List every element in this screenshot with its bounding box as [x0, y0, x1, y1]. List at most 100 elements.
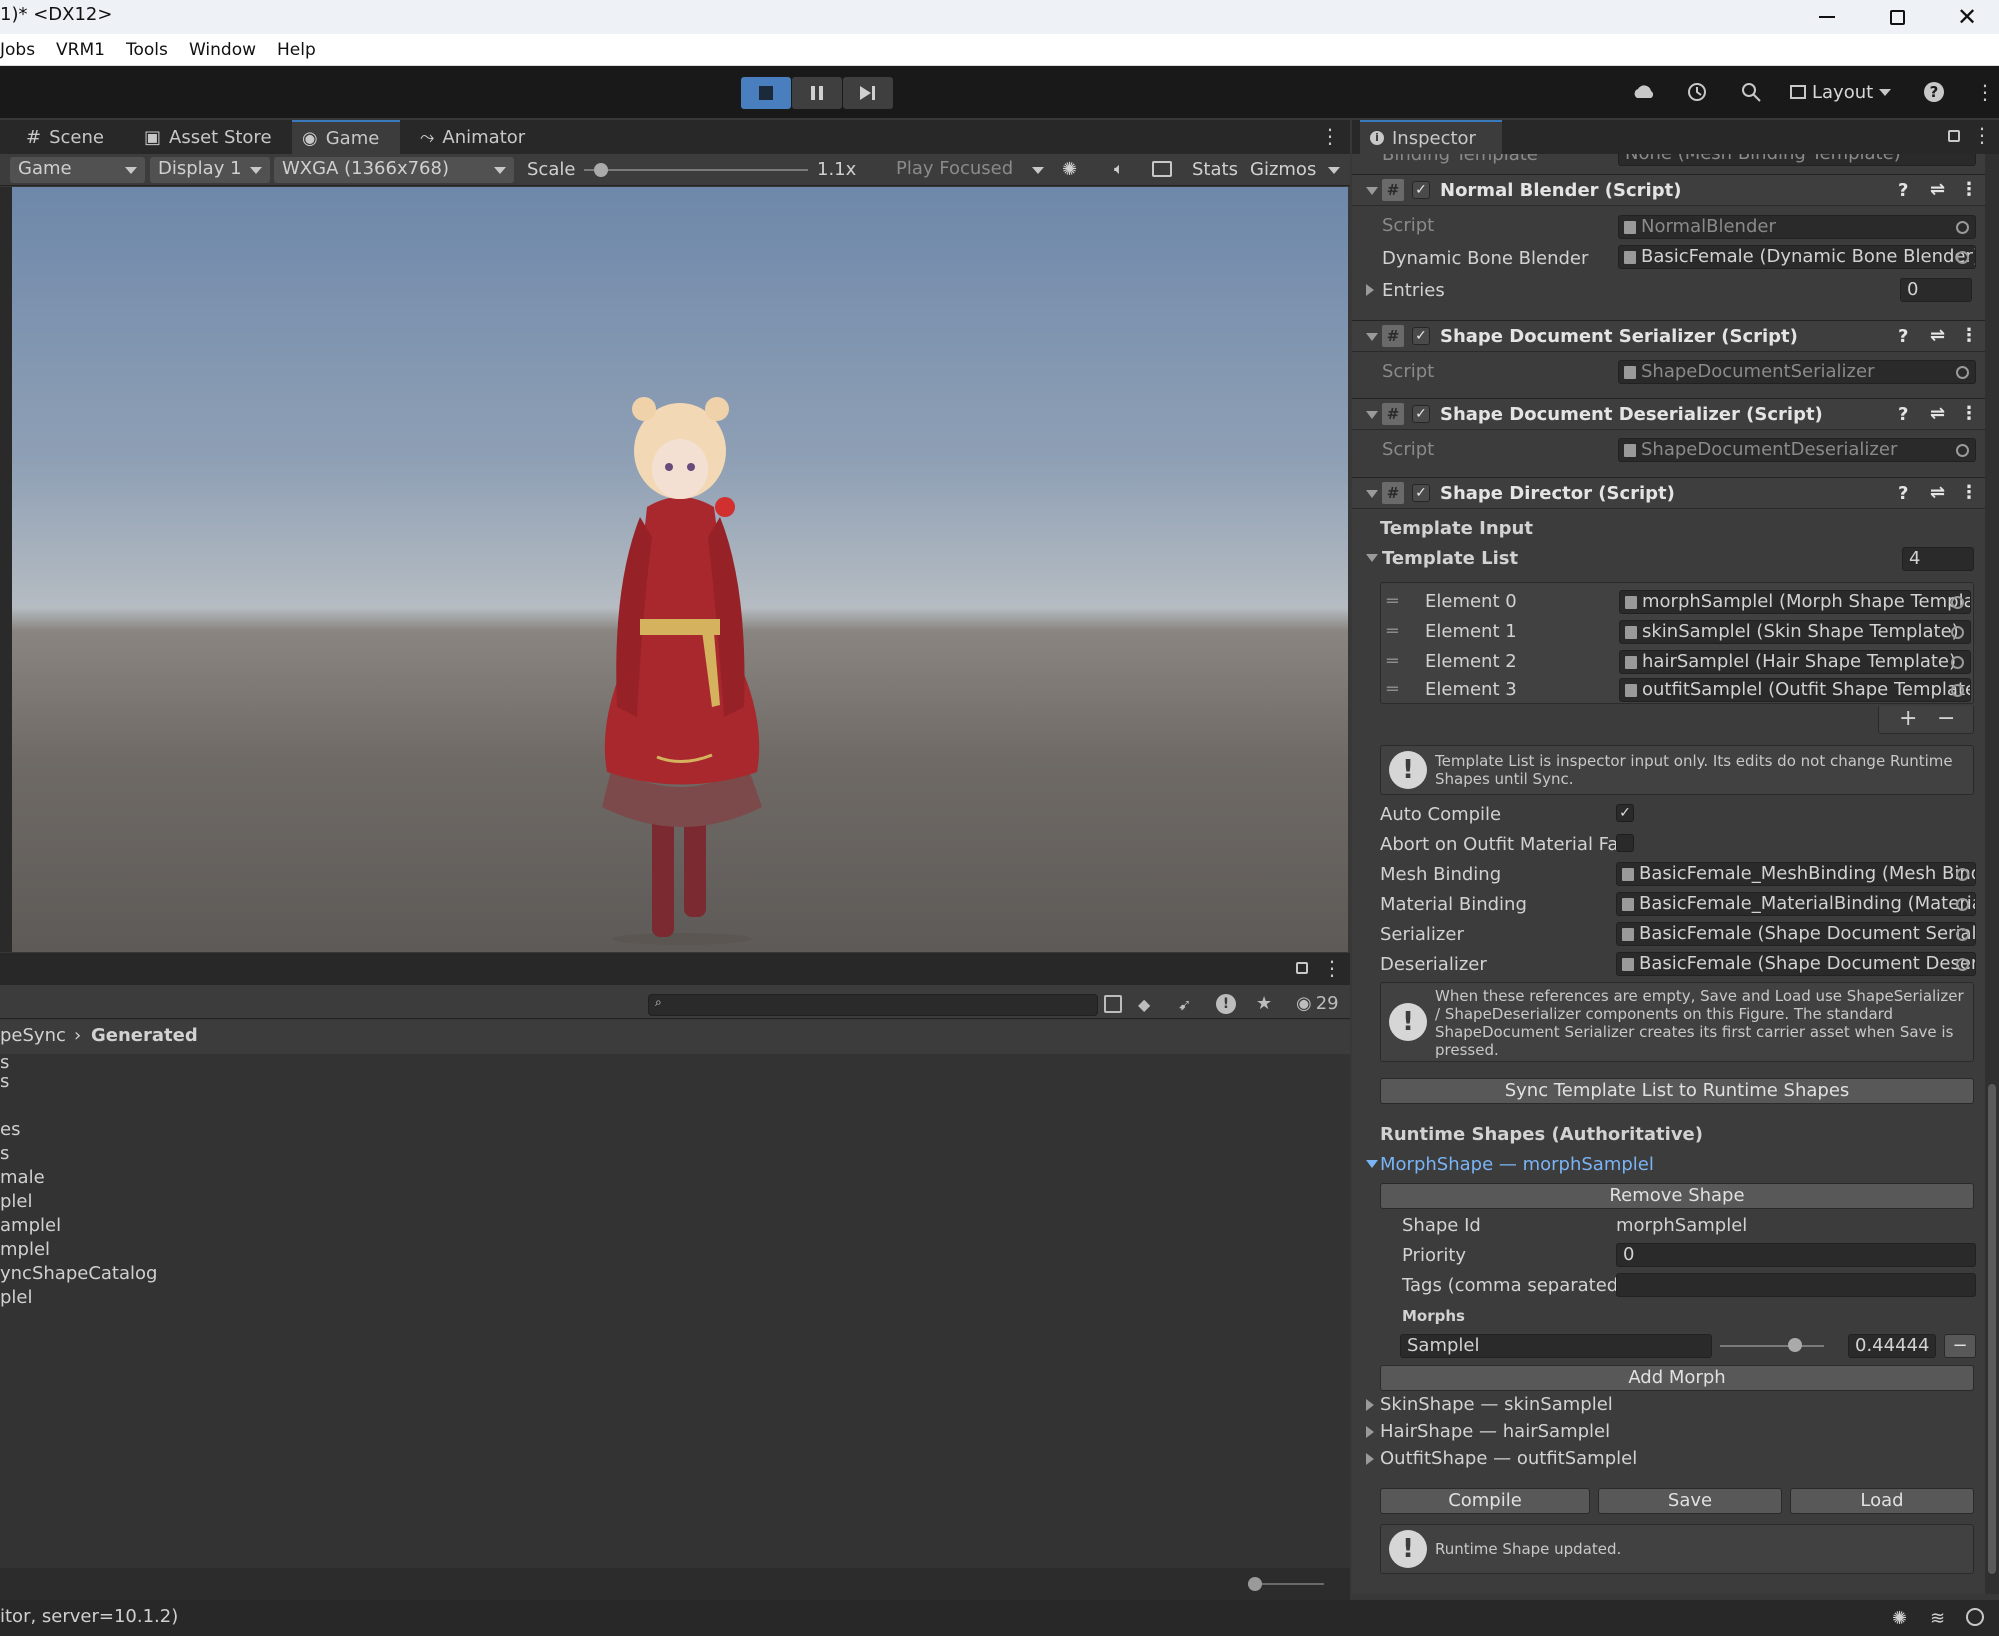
- priority-field[interactable]: 0: [1616, 1243, 1976, 1267]
- list-item[interactable]: ═ Element 2 hairSamplel (Hair Shape Temp…: [1381, 647, 1973, 677]
- gizmos-button[interactable]: Gizmos: [1250, 159, 1316, 180]
- breadcrumb-current[interactable]: Generated: [91, 1025, 198, 1046]
- help-icon[interactable]: ?: [1898, 326, 1908, 347]
- cache-icon[interactable]: ≋: [1930, 1608, 1945, 1629]
- dynamic-bone-blender-field[interactable]: BasicFemale (Dynamic Bone Blender): [1618, 245, 1976, 269]
- add-morph-button[interactable]: Add Morph: [1380, 1365, 1974, 1391]
- pause-button[interactable]: [792, 77, 842, 109]
- entries-size-field[interactable]: 0: [1900, 278, 1972, 302]
- list-item[interactable]: s: [0, 1052, 9, 1073]
- display-dropdown[interactable]: Display 1: [150, 157, 270, 183]
- tab-inspector[interactable]: i Inspector: [1360, 120, 1502, 154]
- slider-thumb[interactable]: [594, 163, 608, 177]
- scale-slider[interactable]: [584, 163, 808, 177]
- outfit-shape-foldout[interactable]: OutfitShape — outfitSamplel: [1380, 1448, 1637, 1469]
- element-field[interactable]: outfitSamplel (Outfit Shape Template): [1619, 678, 1971, 702]
- target-icon[interactable]: [1956, 868, 1969, 881]
- tab-scene[interactable]: # Scene: [16, 120, 114, 154]
- list-item[interactable]: mplel: [0, 1239, 50, 1260]
- sync-template-button[interactable]: Sync Template List to Runtime Shapes: [1380, 1078, 1974, 1104]
- view-dropdown[interactable]: Game: [10, 157, 145, 183]
- chevron-down-icon[interactable]: [1328, 167, 1340, 174]
- drag-handle-icon[interactable]: ═: [1387, 621, 1398, 642]
- tab-game[interactable]: ◉ Game: [292, 120, 400, 154]
- game-viewport[interactable]: [12, 187, 1348, 952]
- settings-icon[interactable]: ⇌: [1930, 482, 1945, 503]
- skin-shape-foldout[interactable]: SkinShape — skinSamplel: [1380, 1394, 1613, 1415]
- more-icon[interactable]: ⋮: [1960, 179, 1978, 200]
- target-icon[interactable]: [1956, 928, 1969, 941]
- help-icon[interactable]: ?: [1898, 180, 1908, 201]
- fold-icon[interactable]: [1366, 1399, 1374, 1411]
- fold-icon[interactable]: [1366, 1160, 1378, 1168]
- more-icon[interactable]: ⋮: [1960, 403, 1978, 424]
- lock-icon[interactable]: [1296, 962, 1308, 974]
- serializer-field[interactable]: BasicFemale (Shape Document Serializer): [1616, 922, 1976, 946]
- morph-name-field[interactable]: Samplel: [1400, 1334, 1712, 1358]
- drag-handle-icon[interactable]: ═: [1387, 591, 1398, 612]
- add-element-icon[interactable]: +: [1899, 706, 1917, 731]
- list-item[interactable]: male: [0, 1167, 45, 1188]
- menu-vrm1[interactable]: VRM1: [56, 40, 105, 60]
- remove-shape-button[interactable]: Remove Shape: [1380, 1183, 1974, 1209]
- fold-icon[interactable]: [1366, 284, 1374, 296]
- more-icon[interactable]: ⋮: [1960, 482, 1978, 503]
- target-icon[interactable]: [1951, 656, 1964, 669]
- list-item[interactable]: amplel: [0, 1215, 61, 1236]
- step-button[interactable]: [843, 77, 893, 109]
- compile-button[interactable]: Compile: [1380, 1488, 1590, 1514]
- list-item[interactable]: plel: [0, 1191, 33, 1212]
- enabled-checkbox[interactable]: ✓: [1412, 405, 1430, 423]
- fold-icon[interactable]: [1366, 411, 1378, 419]
- list-item[interactable]: yncShapeCatalog: [0, 1263, 157, 1284]
- cloud-icon[interactable]: [1632, 83, 1656, 99]
- fold-icon[interactable]: [1366, 1453, 1374, 1465]
- settings-icon[interactable]: ⇌: [1930, 403, 1945, 424]
- drag-handle-icon[interactable]: ═: [1387, 679, 1398, 700]
- drag-handle-icon[interactable]: ═: [1387, 651, 1398, 672]
- list-item[interactable]: ═ Element 3 outfitSamplel (Outfit Shape …: [1381, 677, 1973, 707]
- fold-icon[interactable]: [1366, 1426, 1374, 1438]
- morph-weight-slider[interactable]: [1720, 1338, 1824, 1352]
- play-mode-dropdown[interactable]: Play Focused: [888, 157, 1052, 183]
- label-icon[interactable]: ➹: [1178, 995, 1191, 1014]
- slider-thumb[interactable]: [1787, 1338, 1802, 1352]
- warning-icon[interactable]: !: [1216, 994, 1236, 1014]
- deserializer-field[interactable]: BasicFemale (Shape Document Deserializer…: [1616, 952, 1976, 976]
- inspector-scrollbar[interactable]: [1985, 154, 1999, 1594]
- fold-icon[interactable]: [1366, 187, 1378, 195]
- fold-icon[interactable]: [1366, 490, 1378, 498]
- fold-icon[interactable]: [1366, 554, 1378, 562]
- target-icon[interactable]: [1956, 251, 1969, 264]
- icon-size-slider[interactable]: [1248, 1577, 1324, 1591]
- more-icon[interactable]: ⋮: [1975, 80, 1995, 104]
- menu-tools[interactable]: Tools: [126, 40, 168, 60]
- save-button[interactable]: Save: [1598, 1488, 1782, 1514]
- morph-shape-foldout[interactable]: MorphShape — morphSamplel: [1380, 1154, 1654, 1175]
- list-item[interactable]: ═ Element 1 skinSamplel (Skin Shape Temp…: [1381, 617, 1973, 647]
- history-icon[interactable]: [1686, 81, 1708, 103]
- lock-icon[interactable]: [1948, 130, 1960, 142]
- scrollbar-thumb[interactable]: [1988, 1084, 1996, 1574]
- play-button[interactable]: [741, 77, 791, 109]
- settings-icon[interactable]: ⇌: [1930, 179, 1945, 200]
- morph-weight-field[interactable]: 0.44444: [1848, 1334, 1936, 1358]
- target-icon[interactable]: [1956, 958, 1969, 971]
- audio-icon[interactable]: 🔈︎: [1114, 159, 1124, 179]
- target-icon[interactable]: [1951, 626, 1964, 639]
- type-filter-icon[interactable]: ◆: [1138, 995, 1150, 1014]
- breadcrumb-parent[interactable]: peSync: [0, 1025, 66, 1046]
- layout-dropdown[interactable]: Layout: [1790, 81, 1892, 103]
- serializer-header[interactable]: # ✓ Shape Document Serializer (Script) ?…: [1352, 320, 1985, 352]
- help-icon[interactable]: ?: [1898, 404, 1908, 425]
- deserializer-header[interactable]: # ✓ Shape Document Deserializer (Script)…: [1352, 398, 1985, 430]
- stats-button[interactable]: Stats: [1192, 159, 1238, 180]
- auto-compile-checkbox[interactable]: ✓: [1616, 804, 1634, 822]
- list-item[interactable]: ═ Element 0 morphSamplel (Morph Shape Te…: [1381, 587, 1973, 617]
- shape-director-header[interactable]: # ✓ Shape Director (Script) ? ⇌ ⋮: [1352, 477, 1985, 509]
- menu-help[interactable]: Help: [277, 40, 316, 60]
- mesh-binding-field[interactable]: BasicFemale_MeshBinding (Mesh Binding Te…: [1616, 862, 1976, 886]
- settings-icon[interactable]: ⇌: [1930, 325, 1945, 346]
- more-icon[interactable]: ⋮: [1960, 325, 1978, 346]
- list-item[interactable]: plel: [0, 1287, 33, 1308]
